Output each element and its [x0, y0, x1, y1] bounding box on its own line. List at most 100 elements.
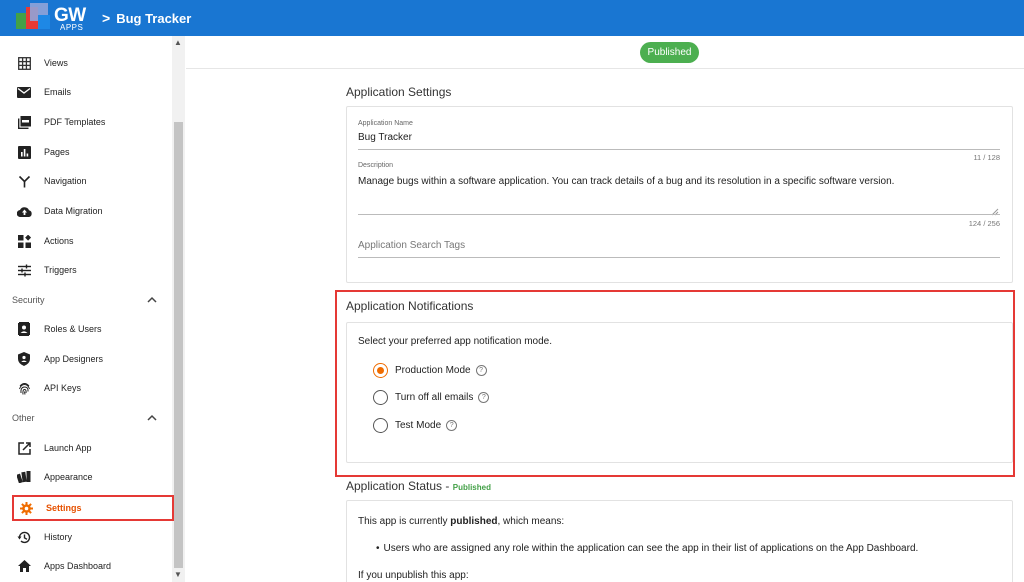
mail-icon [14, 82, 34, 102]
sidebar-item-label: Launch App [44, 443, 92, 453]
status-description: This app is currently published, which m… [358, 516, 564, 527]
search-tags-underline [358, 257, 1000, 258]
radio-label: Test Mode [395, 420, 442, 431]
sidebar-item-api-keys[interactable]: API Keys [12, 376, 172, 400]
sidebar-item-emails[interactable]: Emails [12, 80, 172, 104]
sidebar-item-launch-app[interactable]: Launch App [12, 436, 172, 460]
sidebar-item-label: Triggers [44, 265, 77, 275]
section-title: Security [12, 295, 45, 305]
fork-icon [14, 171, 34, 191]
radio-button[interactable] [373, 418, 388, 433]
status-desc-pre: This app is currently [358, 516, 451, 527]
sidebar-item-history[interactable]: History [12, 525, 172, 549]
cloud-upload-icon [14, 201, 34, 221]
breadcrumb: > Bug Tracker [102, 10, 191, 26]
description-label: Description [358, 162, 394, 169]
top-app-bar: GW APPS > Bug Tracker [0, 0, 1024, 36]
description-underline [358, 214, 1000, 215]
notifications-heading: Application Notifications [346, 299, 474, 313]
sidebar-item-pages[interactable]: Pages [12, 140, 172, 164]
home-icon [14, 556, 34, 576]
sidebar-item-data-migration[interactable]: Data Migration [12, 199, 172, 223]
search-tags-input[interactable]: Application Search Tags [358, 240, 465, 251]
sidebar-item-actions[interactable]: Actions [12, 229, 172, 253]
app-name-label: Application Name [358, 120, 413, 127]
sidebar-item-label: Navigation [44, 176, 87, 186]
sidebar-item-label: History [44, 532, 73, 542]
radio-turn-off-emails[interactable]: Turn off all emails ? [373, 390, 490, 405]
chevron-up-icon[interactable] [147, 294, 157, 306]
app-status-value: Published [452, 483, 491, 492]
scroll-down-icon[interactable]: ▼ [174, 570, 182, 579]
sidebar-item-label: App Designers [44, 354, 104, 364]
scroll-up-icon[interactable]: ▲ [174, 38, 182, 47]
status-badge[interactable]: Published [640, 42, 699, 63]
sidebar-item-settings[interactable]: Settings [12, 495, 174, 521]
help-icon[interactable]: ? [446, 420, 458, 431]
grid-icon [14, 53, 34, 73]
section-header-other[interactable]: Other [12, 412, 157, 424]
radio-test-mode[interactable]: Test Mode ? [373, 418, 458, 433]
radio-production-mode[interactable]: Production Mode ? [373, 363, 487, 378]
sidebar-item-label: Appearance [44, 472, 93, 482]
app-title[interactable]: Bug Tracker [116, 11, 191, 26]
widgets-icon [14, 231, 34, 251]
radio-label: Production Mode [395, 365, 471, 376]
sidebar-item-label: Apps Dashboard [44, 561, 112, 571]
section-header-security[interactable]: Security [12, 294, 157, 306]
radio-label: Turn off all emails [395, 392, 474, 403]
chevron-up-icon[interactable] [147, 412, 157, 424]
sidebar-item-label: PDF Templates [44, 117, 106, 127]
contacts-icon [14, 319, 34, 339]
status-desc-bold: published [450, 516, 498, 527]
app-name-field[interactable]: Bug Tracker [358, 132, 412, 143]
app-status-heading-text: Application Status - [346, 479, 450, 493]
sidebar-item-label: Data Migration [44, 206, 103, 216]
app-name-counter: 11 / 128 [973, 153, 1000, 162]
gw-apps-logo[interactable]: GW APPS [16, 3, 90, 33]
sidebar-item-pdf-templates[interactable]: PDF Templates [12, 110, 172, 134]
sidebar-item-roles-users[interactable]: Roles & Users [12, 317, 172, 341]
fingerprint-icon [14, 378, 34, 398]
sidebar-item-triggers[interactable]: Triggers [12, 258, 172, 282]
sidebar-item-views[interactable]: Views [12, 51, 172, 75]
logo-subtext: APPS [60, 23, 84, 32]
sidebar-item-label: API Keys [44, 383, 82, 393]
sidebar-item-label: Settings [46, 503, 82, 513]
pdf-icon [14, 112, 34, 132]
app-name-underline [358, 149, 1000, 150]
sidebar-item-apps-dashboard[interactable]: Apps Dashboard [12, 554, 172, 578]
chevron-right-icon: > [102, 10, 111, 26]
sidebar-item-app-designers[interactable]: App Designers [12, 347, 172, 371]
publish-status-bar [186, 36, 1024, 69]
help-icon[interactable]: ? [478, 392, 490, 403]
sidebar-item-appearance[interactable]: Appearance [12, 465, 172, 489]
sidebar-item-label: Emails [44, 87, 72, 97]
history-icon [14, 527, 34, 547]
app-settings-heading: Application Settings [346, 85, 452, 99]
unpublish-note: If you unpublish this app: [358, 570, 469, 581]
radio-button-selected[interactable] [373, 363, 388, 378]
sidebar-item-label: Actions [44, 236, 74, 246]
sidebar-item-label: Roles & Users [44, 324, 102, 334]
app-status-heading: Application Status - Published [346, 479, 491, 493]
status-bullet-text: Users who are assigned any role within t… [383, 543, 919, 554]
help-icon[interactable]: ? [475, 365, 487, 376]
status-desc-post: , which means: [497, 516, 565, 527]
sidebar-item-label: Views [44, 58, 68, 68]
gear-icon [16, 498, 36, 518]
description-field[interactable]: Manage bugs within a software applicatio… [358, 175, 998, 188]
shield-icon [14, 349, 34, 369]
notifications-prompt: Select your preferred app notification m… [358, 336, 552, 347]
sidebar-item-label: Pages [44, 147, 70, 157]
status-bullet: • Users who are assigned any role within … [376, 543, 918, 554]
sidebar-scrollbar-thumb[interactable] [174, 122, 183, 568]
open-external-icon [14, 438, 34, 458]
sidebar-item-navigation[interactable]: Navigation [12, 169, 172, 193]
palette-icon [14, 467, 34, 487]
radio-button[interactable] [373, 390, 388, 405]
section-title: Other [12, 413, 35, 423]
bullet-dot: • [376, 543, 380, 554]
bar-chart-icon [14, 142, 34, 162]
description-counter: 124 / 256 [968, 219, 1000, 228]
